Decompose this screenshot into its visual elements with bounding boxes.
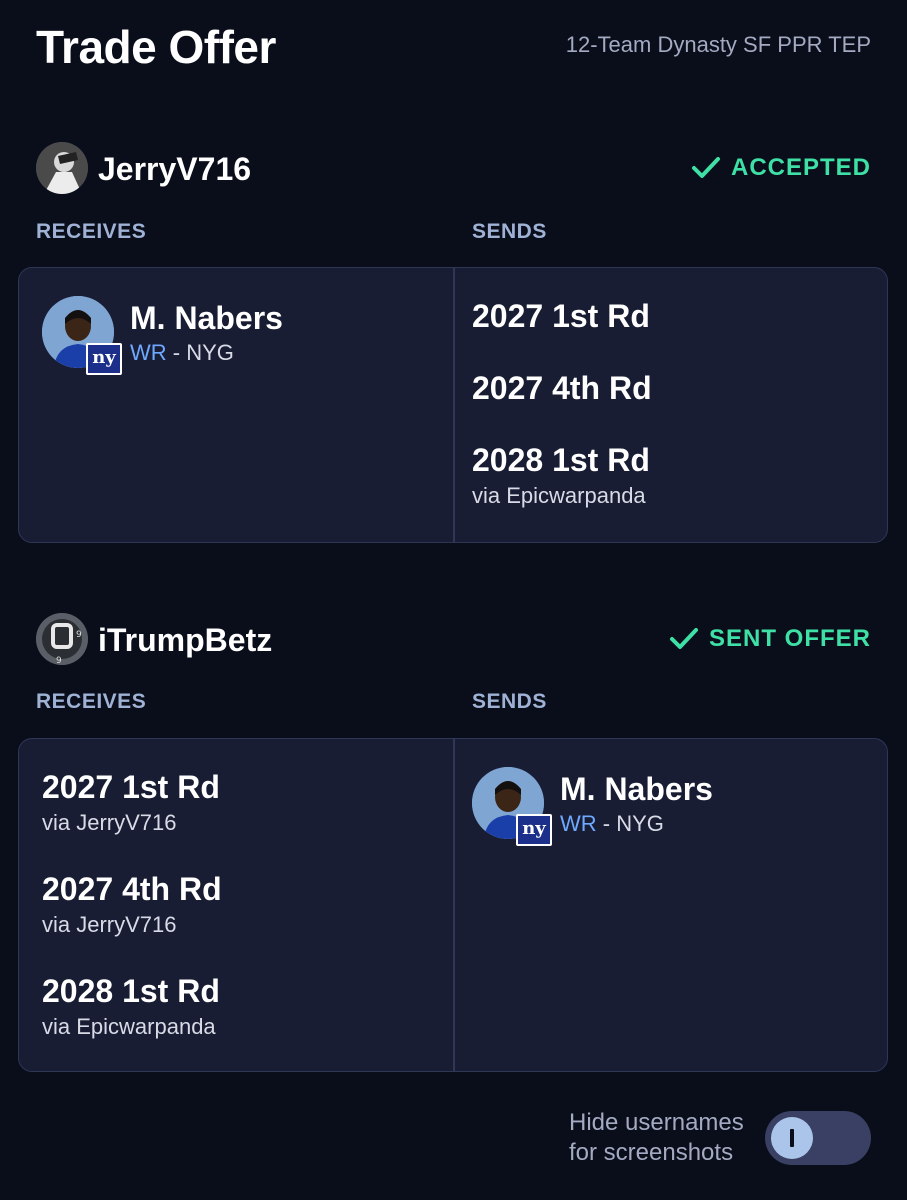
pick-via: via Epicwarpanda xyxy=(42,1014,216,1039)
hide-usernames-toggle[interactable] xyxy=(765,1111,871,1165)
status-badge: ACCEPTED xyxy=(691,154,871,182)
player-position-team: WR - NYG xyxy=(560,811,664,837)
player-position: WR xyxy=(560,811,597,836)
divider xyxy=(453,739,455,1071)
pick-name: 2028 1st Rd xyxy=(472,442,650,478)
team-logo-icon: ny xyxy=(516,814,552,846)
league-settings: 12-Team Dynasty SF PPR TEP xyxy=(565,32,871,57)
team-logo-icon: ny xyxy=(86,343,122,375)
draft-pick: 2027 1st Rd via JerryV716 xyxy=(42,769,422,836)
draft-pick: 2028 1st Rd via Epicwarpanda xyxy=(472,442,852,509)
trade-panel-2: 2027 1st Rd via JerryV716 2027 4th Rd vi… xyxy=(18,738,888,1072)
pick-name: 2027 4th Rd xyxy=(42,871,222,907)
pick-via: via JerryV716 xyxy=(42,912,177,937)
toggle-knob-icon[interactable] xyxy=(771,1117,813,1159)
draft-pick: 2027 4th Rd xyxy=(472,370,852,407)
player-card[interactable]: ny M. Nabers WR - NYG xyxy=(472,767,852,847)
trade-panel-1: ny M. Nabers WR - NYG 2027 1st Rd 2027 4… xyxy=(18,267,888,543)
player-name: M. Nabers xyxy=(130,300,283,336)
sends-label: SENDS xyxy=(472,220,547,243)
player-position: WR xyxy=(130,340,167,365)
player-position-team: WR - NYG xyxy=(130,340,234,366)
pick-name: 2027 1st Rd xyxy=(472,298,650,334)
team-header-1: JerryV716 ACCEPTED xyxy=(36,142,871,198)
player-card[interactable]: ny M. Nabers WR - NYG xyxy=(42,296,422,376)
receives-label: RECEIVES xyxy=(36,220,147,243)
page-title: Trade Offer xyxy=(36,21,276,73)
footer: Hide usernames for screenshots xyxy=(551,1108,871,1168)
check-icon xyxy=(691,157,720,178)
status-text: SENT OFFER xyxy=(708,625,871,652)
pick-name: 2028 1st Rd xyxy=(42,973,220,1009)
status-badge: SENT OFFER xyxy=(669,625,871,653)
draft-pick: 2028 1st Rd via Epicwarpanda xyxy=(42,973,422,1040)
receives-label: RECEIVES xyxy=(36,690,147,713)
draft-pick: 2027 1st Rd xyxy=(472,298,852,335)
user-avatar[interactable] xyxy=(36,142,88,194)
player-team: - NYG xyxy=(172,340,234,365)
username[interactable]: JerryV716 xyxy=(98,151,251,188)
header: Trade Offer 12-Team Dynasty SF PPR TEP xyxy=(36,18,871,78)
player-name: M. Nabers xyxy=(560,771,713,807)
pick-name: 2027 1st Rd xyxy=(42,769,220,805)
status-text: ACCEPTED xyxy=(730,154,871,181)
hide-usernames-label: Hide usernames for screenshots xyxy=(569,1109,744,1166)
username[interactable]: iTrumpBetz xyxy=(98,622,272,659)
check-icon xyxy=(669,628,698,649)
sends-label: SENDS xyxy=(472,690,547,713)
draft-pick: 2027 4th Rd via JerryV716 xyxy=(42,871,422,938)
player-team: - NYG xyxy=(602,811,664,836)
pick-via: via JerryV716 xyxy=(42,810,177,835)
team-header-2: 9 9 iTrumpBetz SENT OFFER xyxy=(36,613,871,669)
svg-text:9: 9 xyxy=(56,656,62,665)
pick-name: 2027 4th Rd xyxy=(472,370,652,406)
user-avatar[interactable]: 9 9 xyxy=(36,613,88,665)
pick-via: via Epicwarpanda xyxy=(472,483,646,508)
divider xyxy=(453,268,455,542)
svg-text:9: 9 xyxy=(76,630,82,640)
